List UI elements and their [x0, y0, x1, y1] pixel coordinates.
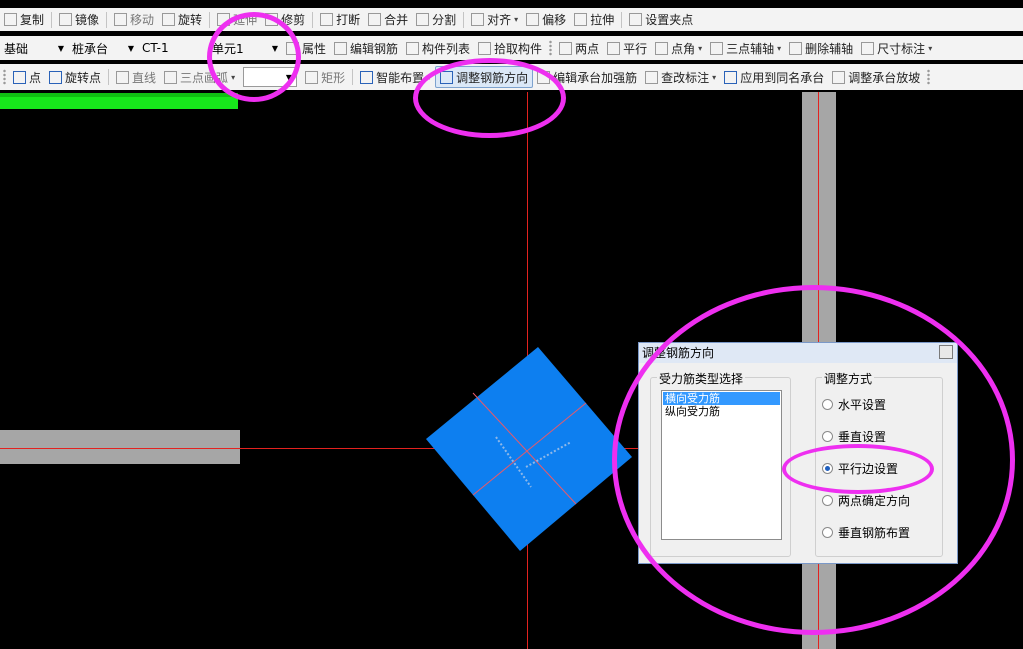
- move-icon: [114, 13, 128, 26]
- copy-button[interactable]: 复制: [0, 10, 48, 30]
- toolbar-separator: [352, 69, 354, 85]
- rectangle-button[interactable]: 矩形: [301, 67, 349, 87]
- merge-button[interactable]: 合并: [364, 10, 412, 30]
- toolbar-grip: [549, 40, 553, 56]
- three-point-aux-button[interactable]: 三点辅轴 ▾: [706, 38, 785, 58]
- line-button[interactable]: 直线: [112, 67, 160, 87]
- component-type-select[interactable]: 桩承台 ▼: [68, 38, 138, 58]
- annotation-circle-unit: [207, 12, 301, 102]
- delete-aux-button[interactable]: 删除辅轴: [785, 38, 857, 58]
- break-button[interactable]: 打断: [316, 10, 364, 30]
- break-icon: [320, 13, 334, 26]
- line-icon: [116, 70, 130, 84]
- dimension-button[interactable]: 尺寸标注 ▾: [857, 38, 936, 58]
- point-angle-button[interactable]: 点角 ▾: [651, 38, 706, 58]
- point-button[interactable]: 点: [9, 67, 45, 87]
- dimension-icon: [861, 41, 875, 55]
- apply-same-cap-button[interactable]: 应用到同名承台: [720, 67, 828, 87]
- chevron-down-icon: ▾: [777, 43, 782, 53]
- point-angle-icon: [655, 41, 669, 55]
- parallel-icon: [607, 41, 621, 55]
- align-icon: [471, 13, 485, 26]
- wall-horizontal-left[interactable]: [0, 430, 240, 464]
- mirror-icon: [59, 13, 73, 26]
- component-name-select[interactable]: CT-1: [138, 38, 208, 58]
- split-icon: [416, 13, 430, 26]
- check-label-button[interactable]: 查改标注 ▾: [641, 67, 720, 87]
- category-select[interactable]: 基础 ▼: [0, 38, 68, 58]
- set-grip-button[interactable]: 设置夹点: [625, 10, 697, 30]
- smart-layout-icon: [360, 70, 374, 84]
- split-button[interactable]: 分割: [412, 10, 460, 30]
- chevron-down-icon: ▾: [514, 15, 519, 24]
- delete-aux-icon: [789, 41, 803, 55]
- edit-toolbar: 复制 镜像 移动 旋转 延伸 修剪 打断 合并 分割 对齐 ▾ 偏移 拉伸 设置夹…: [0, 8, 1023, 31]
- toolbar-separator: [621, 11, 623, 28]
- two-points-button[interactable]: 两点: [555, 38, 603, 58]
- aux-axis-icon: [710, 41, 724, 55]
- toolbar-separator: [106, 11, 108, 28]
- two-points-icon: [559, 41, 573, 55]
- toolbar-separator: [312, 11, 314, 28]
- toolbar-separator: [209, 11, 211, 28]
- apply-icon: [724, 70, 738, 84]
- grip-icon: [629, 13, 643, 26]
- point-icon: [13, 70, 26, 84]
- component-toolbar: 基础 ▼ 桩承台 ▼ CT-1 单元1 ▼ 属性 编辑钢筋 构件列表 拾取构件 两点 …: [0, 36, 1023, 60]
- pick-icon: [478, 41, 492, 55]
- toolbar-grip: [927, 69, 931, 85]
- annotation-circle-adjust-button: [413, 58, 566, 138]
- rotate-point-icon: [49, 70, 63, 84]
- toolbar-grip: [3, 69, 6, 85]
- list-icon: [406, 41, 420, 55]
- edit-rebar-button[interactable]: 编辑钢筋: [330, 38, 402, 58]
- chevron-down-icon: ▾: [698, 43, 703, 53]
- offset-button[interactable]: 偏移: [522, 10, 570, 30]
- offset-icon: [526, 13, 540, 26]
- stretch-icon: [574, 13, 588, 26]
- parallel-button[interactable]: 平行: [603, 38, 651, 58]
- align-button[interactable]: 对齐 ▾: [467, 10, 522, 30]
- merge-icon: [368, 13, 382, 26]
- slope-icon: [832, 70, 846, 84]
- arc-icon: [164, 70, 178, 84]
- highlight-bar-edge: [0, 93, 238, 97]
- stretch-button[interactable]: 拉伸: [570, 10, 618, 30]
- annotation-circle-radio: [782, 444, 934, 494]
- chevron-down-icon: ▼: [57, 43, 64, 53]
- rotate-button[interactable]: 旋转: [158, 10, 206, 30]
- mirror-button[interactable]: 镜像: [55, 10, 103, 30]
- rectangle-icon: [305, 70, 319, 84]
- pick-component-button[interactable]: 拾取构件: [474, 38, 546, 58]
- toolbar-separator: [108, 69, 110, 85]
- edit-rebar-icon: [334, 41, 348, 55]
- component-list-button[interactable]: 构件列表: [402, 38, 474, 58]
- pile-cap[interactable]: [426, 347, 632, 553]
- move-button[interactable]: 移动: [110, 10, 158, 30]
- check-label-icon: [645, 70, 659, 84]
- rotate-point-button[interactable]: 旋转点: [45, 67, 105, 87]
- copy-icon: [4, 13, 17, 26]
- adjust-cap-slope-button[interactable]: 调整承台放坡: [828, 67, 924, 87]
- toolbar-separator: [51, 11, 53, 28]
- toolbar-separator: [463, 11, 465, 28]
- chevron-down-icon: ▾: [712, 72, 717, 82]
- chevron-down-icon: ▾: [928, 43, 933, 53]
- rotate-icon: [162, 13, 176, 26]
- chevron-down-icon: ▼: [127, 43, 134, 53]
